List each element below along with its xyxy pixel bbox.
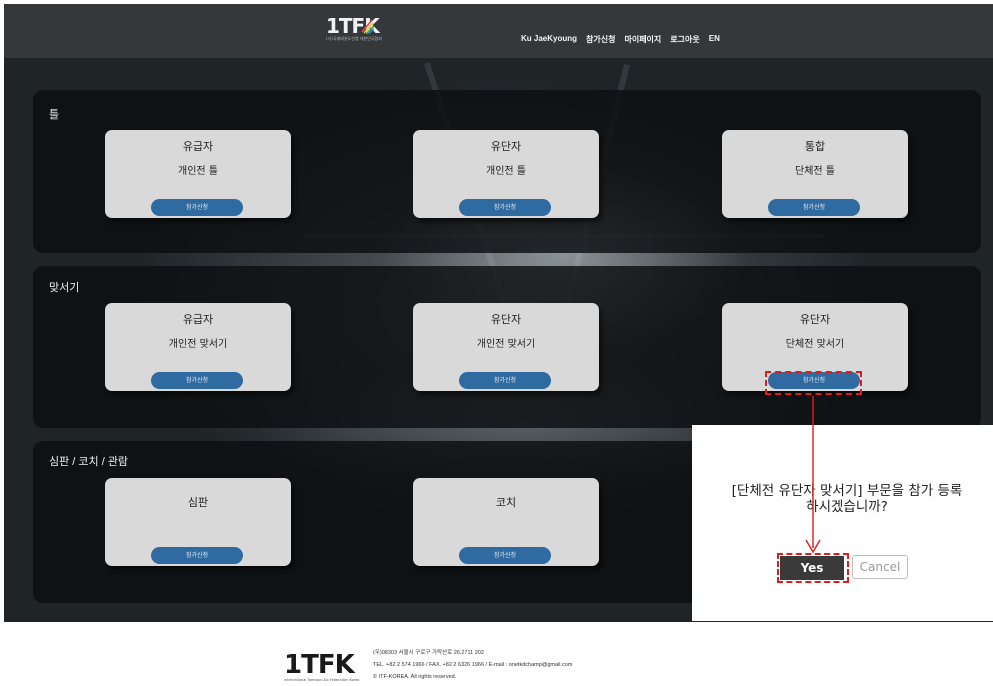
card-event: 단체전 틀 — [795, 166, 835, 177]
dialog-message-line2: 하시겠습니까? — [806, 499, 888, 515]
section-title: 심판 / 코치 / 관람 — [49, 456, 129, 468]
card-event: 단체전 맞서기 — [785, 339, 845, 350]
logo-stripes-icon — [361, 19, 374, 34]
footer-logo-mark: 1TFK — [284, 650, 355, 680]
card-category: 통합 — [804, 140, 826, 153]
apply-button[interactable]: 참가신청 — [459, 547, 551, 564]
nav-link-mypage[interactable]: 마이페이지 — [624, 34, 661, 45]
apply-button[interactable]: 참가신청 — [768, 199, 860, 216]
section-sparring: 맞서기 유급자 개인전 맞서기 참가신청 유단자 개인전 맞서기 참가신청 유단… — [33, 266, 981, 428]
card-category: 코치 — [495, 496, 517, 509]
card-event: 개인전 맞서기 — [476, 339, 536, 350]
nav-links: Ku JaeKyoung 참가신청 마이페이지 로그아웃 EN — [521, 34, 720, 45]
section-tul: 틀 유급자 개인전 틀 참가신청 유단자 개인전 틀 참가신청 통합 단체전 틀… — [33, 90, 981, 253]
event-card: 통합 단체전 틀 참가신청 — [722, 130, 908, 218]
apply-button[interactable]: 참가신청 — [459, 199, 551, 216]
card-event: 개인전 틀 — [178, 166, 218, 177]
apply-button[interactable]: 참가신청 — [151, 199, 243, 216]
card-category: 유단자 — [490, 313, 522, 326]
itfk-logo[interactable]: 1TFK (사)국제태권도연맹 대한민국협회 — [326, 16, 382, 48]
logo-subtext: (사)국제태권도연맹 대한민국협회 — [326, 36, 382, 41]
footer-address: (우)08303 서울시 구로구 가락산로 26,2711 202 — [373, 650, 484, 656]
event-card: 유단자 개인전 틀 참가신청 — [413, 130, 599, 218]
card-category: 유단자 — [799, 313, 831, 326]
card-category: 유급자 — [182, 140, 214, 153]
dialog-message-line1: [단체전 유단자 맞서기] 부문을 참가 등록 — [731, 483, 963, 499]
nav-link-logout[interactable]: 로그아웃 — [670, 34, 699, 45]
highlight-target-button — [765, 371, 862, 395]
footer-logo: 1TFK International Taekwon-Do Federation… — [284, 650, 360, 684]
page: 1TFK (사)국제태권도연맹 대한민국협회 Ku JaeKyoung 참가신청… — [0, 0, 993, 686]
apply-button[interactable]: 참가신청 — [151, 547, 243, 564]
event-card: 코치 참가신청 — [413, 478, 599, 566]
card-event: 개인전 맞서기 — [168, 339, 228, 350]
event-card: 유급자 개인전 틀 참가신청 — [105, 130, 291, 218]
top-navbar: 1TFK (사)국제태권도연맹 대한민국협회 Ku JaeKyoung 참가신청… — [4, 4, 993, 58]
nav-link-apply[interactable]: 참가신청 — [586, 34, 615, 45]
highlight-yes-button — [777, 553, 849, 583]
nav-user-name[interactable]: Ku JaeKyoung — [521, 34, 577, 45]
section-title: 틀 — [49, 109, 60, 121]
card-category: 유단자 — [490, 140, 522, 153]
event-card: 유단자 개인전 맞서기 참가신청 — [413, 303, 599, 391]
footer-copyright: © ITF-KOREA. All rights reserved. — [373, 674, 457, 680]
card-event: 개인전 틀 — [486, 166, 526, 177]
card-category: 심판 — [187, 496, 209, 509]
event-card: 유급자 개인전 맞서기 참가신청 — [105, 303, 291, 391]
cancel-button[interactable]: Cancel — [852, 555, 908, 579]
nav-link-language[interactable]: EN — [709, 34, 720, 45]
apply-button[interactable]: 참가신청 — [151, 372, 243, 389]
section-title: 맞서기 — [49, 282, 80, 294]
confirm-dialog: [단체전 유단자 맞서기] 부문을 참가 등록 하시겠습니까? Yes Canc… — [692, 425, 993, 621]
footer-info: (우)08303 서울시 구로구 가락산로 26,2711 202 TEL. +… — [373, 647, 572, 683]
footer-contact: TEL. +82 2 574 1966 / FAX. +82 2 6326 19… — [373, 662, 573, 668]
apply-button[interactable]: 참가신청 — [459, 372, 551, 389]
footer-logo-subtext: International Taekwon-Do Federation Kore… — [284, 678, 360, 682]
dialog-message: [단체전 유단자 맞서기] 부문을 참가 등록 하시겠습니까? — [702, 483, 992, 515]
card-category: 유급자 — [182, 313, 214, 326]
event-card: 심판 참가신청 — [105, 478, 291, 566]
